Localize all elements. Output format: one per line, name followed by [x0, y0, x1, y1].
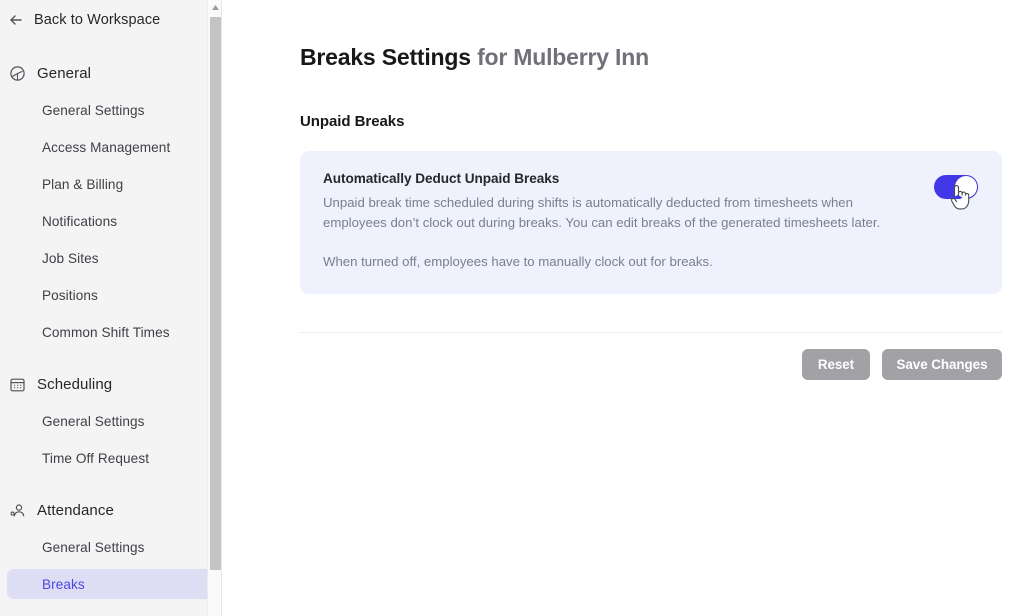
sidebar-section-title: Scheduling — [37, 375, 113, 393]
scrollbar-up-arrow-button[interactable] — [208, 0, 222, 15]
setting-description: Unpaid break time scheduled during shift… — [323, 195, 881, 230]
reset-button[interactable]: Reset — [802, 349, 870, 380]
sidebar-section-title: General — [37, 64, 92, 82]
sidebar-section-general: General General Settings Access Manageme… — [0, 58, 222, 347]
sidebar-item-general-settings[interactable]: General Settings — [7, 95, 215, 125]
settings-sidebar: Back to Workspace General General Settin… — [0, 0, 222, 616]
sidebar-item-notifications[interactable]: Notifications — [7, 206, 215, 236]
sidebar-section-title: Attendance — [37, 501, 114, 519]
sidebar-item-label: Breaks — [42, 576, 85, 592]
sidebar-item-positions[interactable]: Positions — [7, 280, 215, 310]
sidebar-right-border — [221, 0, 222, 616]
user-icon — [9, 502, 26, 519]
sidebar-section-attendance: Attendance General Settings Breaks — [0, 495, 222, 599]
back-to-workspace-link[interactable]: Back to Workspace — [0, 2, 222, 38]
app-root: Back to Workspace General General Settin… — [0, 0, 1024, 616]
sidebar-item-label: Time Off Request — [42, 450, 150, 466]
sidebar-item-job-sites[interactable]: Job Sites — [7, 243, 215, 273]
section-heading-unpaid-breaks: Unpaid Breaks — [300, 113, 405, 130]
sidebar-item-scheduling-general-settings[interactable]: General Settings — [7, 406, 215, 436]
sidebar-scrollbar[interactable] — [207, 0, 222, 616]
sidebar-item-plan-billing[interactable]: Plan & Billing — [7, 169, 215, 199]
sidebar-item-label: Access Management — [42, 139, 171, 155]
sidebar-item-label: Positions — [42, 287, 98, 303]
page-title-bold: Breaks Settings — [300, 44, 471, 70]
calendar-icon — [9, 376, 26, 393]
back-to-workspace-label: Back to Workspace — [34, 12, 161, 28]
sidebar-sublist-scheduling: General Settings Time Off Request — [0, 406, 222, 473]
sidebar-item-attendance-general-settings[interactable]: General Settings — [7, 532, 215, 562]
actions-divider — [300, 332, 1002, 333]
sidebar-item-time-off-request[interactable]: Time Off Request — [7, 443, 215, 473]
unpaid-breaks-setting-card: Automatically Deduct Unpaid Breaks Unpai… — [300, 151, 1002, 294]
sidebar-item-label: Notifications — [42, 213, 118, 229]
sidebar-item-access-management[interactable]: Access Management — [7, 132, 215, 162]
sidebar-section-header-attendance[interactable]: Attendance — [0, 495, 222, 525]
sidebar-item-breaks[interactable]: Breaks — [7, 569, 215, 599]
setting-card-body: Automatically Deduct Unpaid Breaks Unpai… — [323, 171, 934, 272]
arrow-left-icon — [8, 12, 24, 28]
save-changes-button[interactable]: Save Changes — [882, 349, 1002, 380]
sidebar-item-label: General Settings — [42, 539, 145, 555]
sidebar-item-label: General Settings — [42, 102, 145, 118]
sidebar-section-header-scheduling[interactable]: Scheduling — [0, 369, 222, 399]
form-actions: Reset Save Changes — [300, 349, 1002, 380]
page-title: Breaks Settings for Mulberry Inn — [300, 44, 1002, 71]
sidebar-sublist-attendance: General Settings Breaks — [0, 532, 222, 599]
sidebar-item-label: Job Sites — [42, 250, 99, 266]
scrollbar-thumb[interactable] — [210, 17, 221, 570]
toggle-knob — [955, 176, 977, 198]
setting-description-secondary: When turned off, employees have to manua… — [323, 254, 713, 269]
caret-up-icon — [212, 5, 219, 10]
sidebar-section-header-general[interactable]: General — [0, 58, 222, 88]
sidebar-sublist-general: General Settings Access Management Plan … — [0, 95, 222, 347]
settings-gear-icon — [9, 65, 26, 82]
sidebar-item-label: Plan & Billing — [42, 176, 124, 192]
sidebar-item-label: General Settings — [42, 413, 145, 429]
page-title-subject: for Mulberry Inn — [477, 44, 649, 70]
setting-title: Automatically Deduct Unpaid Breaks — [323, 171, 560, 186]
sidebar-section-scheduling: Scheduling General Settings Time Off Req… — [0, 369, 222, 473]
auto-deduct-unpaid-breaks-toggle[interactable] — [934, 175, 978, 199]
sidebar-item-label: Common Shift Times — [42, 324, 170, 340]
settings-main-content: Breaks Settings for Mulberry Inn Unpaid … — [222, 0, 1024, 616]
sidebar-item-common-shift-times[interactable]: Common Shift Times — [7, 317, 215, 347]
